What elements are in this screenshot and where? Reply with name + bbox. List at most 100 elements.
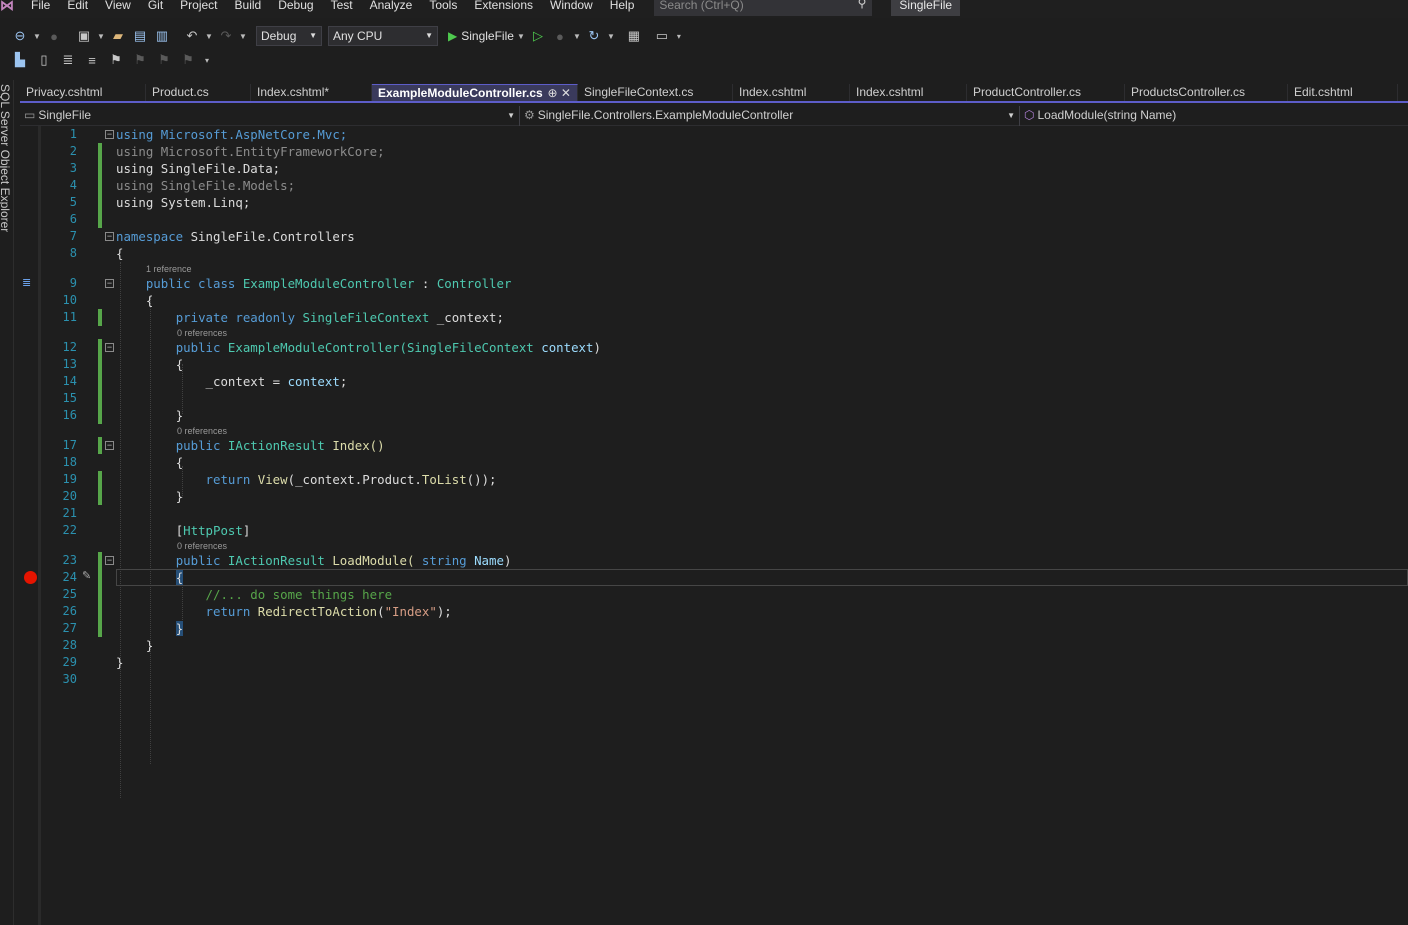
code-line-14[interactable]: 14 _context = context;	[20, 373, 1408, 390]
start-without-debugging-icon[interactable]: ▷	[528, 28, 548, 44]
menu-git[interactable]: Git	[139, 0, 171, 14]
code-line-9[interactable]: ≣ 9 − public class ExampleModuleControll…	[20, 275, 1408, 292]
codelens-references[interactable]: 0 references	[177, 329, 227, 338]
menu-extensions[interactable]: Extensions	[465, 0, 541, 14]
chevron-down-icon[interactable]: ▼	[32, 32, 42, 41]
code-line-17[interactable]: 17 − public IActionResult Index()	[20, 437, 1408, 454]
code-line-29[interactable]: 29 }	[20, 654, 1408, 671]
code-line-26[interactable]: 26 return RedirectToAction("Index");	[20, 603, 1408, 620]
project-dropdown[interactable]: ▭ SingleFile ▼	[20, 106, 520, 126]
code-editor[interactable]: 1 − using Microsoft.AspNetCore.Mvc; 2 us…	[20, 126, 1408, 925]
code-line-15[interactable]: 15	[20, 390, 1408, 407]
code-line-18[interactable]: 18 {	[20, 454, 1408, 471]
tab-product-cs[interactable]: Product.cs	[146, 84, 251, 101]
menu-edit[interactable]: Edit	[58, 0, 96, 14]
menu-analyze[interactable]: Analyze	[361, 0, 421, 14]
tab-index-cshtml-2[interactable]: Index.cshtml	[850, 84, 967, 101]
code-line-21[interactable]: 21	[20, 505, 1408, 522]
menu-build[interactable]: Build	[226, 0, 270, 14]
code-line-25[interactable]: 25 //... do some things here	[20, 586, 1408, 603]
code-line-12[interactable]: 12 − public ExampleModuleController(Sing…	[20, 339, 1408, 356]
platform-dropdown[interactable]: Any CPU ▼	[328, 26, 438, 46]
indent-icon[interactable]: ≡	[82, 53, 102, 68]
code-map-icon[interactable]: ≣	[22, 275, 31, 292]
code-line-20[interactable]: 20 }	[20, 488, 1408, 505]
configuration-dropdown[interactable]: Debug ▼	[256, 26, 322, 46]
breakpoint-icon[interactable]	[24, 571, 37, 584]
save-icon[interactable]: ▤	[130, 28, 150, 44]
redo-icon[interactable]: ↷	[216, 28, 236, 44]
chevron-down-icon[interactable]: ▼	[606, 32, 616, 41]
quick-actions-icon[interactable]: ✎	[82, 569, 91, 582]
code-line-13[interactable]: 13 {	[20, 356, 1408, 373]
new-project-icon[interactable]: ▣	[74, 28, 94, 44]
collapse-icon[interactable]: −	[105, 556, 114, 565]
save-all-icon[interactable]: ▥	[152, 28, 172, 44]
tab-edit-cshtml[interactable]: Edit.cshtml	[1288, 84, 1398, 101]
chevron-down-icon[interactable]: ▼	[572, 32, 582, 41]
codelens-references[interactable]: 0 references	[177, 542, 227, 551]
menu-tools[interactable]: Tools	[420, 0, 465, 14]
chevron-down-icon[interactable]: ▼	[204, 32, 214, 41]
tab-productscontroller-cs[interactable]: ProductsController.cs	[1125, 84, 1288, 101]
browser-link-icon[interactable]: ●	[550, 29, 570, 44]
menu-help[interactable]: Help	[601, 0, 643, 14]
code-line-5[interactable]: 5 using System.Linq;	[20, 194, 1408, 211]
outdent-icon[interactable]: ≣	[58, 52, 78, 68]
code-line-6[interactable]: 6	[20, 211, 1408, 228]
undo-icon[interactable]: ↶	[182, 28, 202, 44]
solution-name-badge[interactable]: SingleFile	[891, 0, 961, 16]
navigate-forward-icon[interactable]: ●	[44, 29, 64, 44]
menu-file[interactable]: File	[22, 0, 58, 14]
code-line-3[interactable]: 3 using SingleFile.Data;	[20, 160, 1408, 177]
toolbar-options-icon[interactable]: ▾	[202, 56, 212, 65]
quick-info-icon[interactable]: ▙	[10, 52, 30, 68]
code-line-22[interactable]: 22 [HttpPost]	[20, 522, 1408, 539]
codelens-references[interactable]: 1 reference	[146, 265, 192, 274]
code-line-7[interactable]: 7 − namespace SingleFile.Controllers	[20, 228, 1408, 245]
tab-examplemodulecontroller-cs[interactable]: ExampleModuleController.cs ⊕ ✕	[372, 84, 578, 101]
tab-index-cshtml-1[interactable]: Index.cshtml	[733, 84, 850, 101]
menu-view[interactable]: View	[96, 0, 139, 14]
solution-explorer-icon[interactable]: ▦	[624, 28, 644, 44]
code-line-4[interactable]: 4 using SingleFile.Models;	[20, 177, 1408, 194]
code-line-19[interactable]: 19 return View(_context.Product.ToList()…	[20, 471, 1408, 488]
pin-and-close-icon[interactable]: ⊕ ✕	[548, 85, 571, 101]
member-dropdown[interactable]: ⬡ LoadModule(string Name)	[1020, 106, 1408, 126]
code-line-1[interactable]: 1 − using Microsoft.AspNetCore.Mvc;	[20, 126, 1408, 143]
chevron-down-icon[interactable]: ▼	[238, 32, 248, 41]
tab-singlefilecontext-cs[interactable]: SingleFileContext.cs	[578, 84, 733, 101]
previous-bookmark-icon[interactable]: ⚑	[130, 52, 150, 68]
toolbar-options-icon[interactable]: ▾	[674, 32, 684, 41]
code-line-8[interactable]: 8 {	[20, 245, 1408, 262]
layout-icon[interactable]: ▭	[652, 28, 672, 44]
code-line-16[interactable]: 16 }	[20, 407, 1408, 424]
code-line-2[interactable]: 2 using Microsoft.EntityFrameworkCore;	[20, 143, 1408, 160]
code-line-23[interactable]: 23 − public IActionResult LoadModule( st…	[20, 552, 1408, 569]
collapse-icon[interactable]: −	[105, 441, 114, 450]
sql-server-object-explorer-tab[interactable]: SQL Server Object Explorer	[0, 84, 12, 232]
clear-bookmarks-icon[interactable]: ⚑	[178, 52, 198, 68]
next-bookmark-icon[interactable]: ⚑	[154, 52, 174, 68]
code-line-11[interactable]: 11 private readonly SingleFileContext _c…	[20, 309, 1408, 326]
menu-project[interactable]: Project	[171, 0, 225, 14]
codelens-references[interactable]: 0 references	[177, 427, 227, 436]
search-input[interactable]: Search (Ctrl+Q) ⚲	[654, 0, 873, 16]
chevron-down-icon[interactable]: ▼	[516, 32, 526, 41]
open-folder-icon[interactable]: ▰	[108, 28, 128, 44]
code-line-27[interactable]: 27 }	[20, 620, 1408, 637]
collapse-icon[interactable]: −	[105, 343, 114, 352]
code-line-28[interactable]: 28 }	[20, 637, 1408, 654]
menu-test[interactable]: Test	[322, 0, 361, 14]
code-line-24[interactable]: 24 ✎ {	[20, 569, 1408, 586]
start-debugging-button[interactable]: ▶ SingleFile	[448, 29, 514, 43]
collapse-icon[interactable]: −	[105, 279, 114, 288]
refresh-icon[interactable]: ↻	[584, 28, 604, 44]
menu-debug[interactable]: Debug	[269, 0, 321, 14]
parameter-info-icon[interactable]: ▯	[34, 52, 54, 68]
bookmark-icon[interactable]: ⚑	[106, 52, 126, 68]
tab-productcontroller-cs[interactable]: ProductController.cs	[967, 84, 1125, 101]
collapse-icon[interactable]: −	[105, 130, 114, 139]
collapse-icon[interactable]: −	[105, 232, 114, 241]
tab-privacy-cshtml[interactable]: Privacy.cshtml	[20, 84, 146, 101]
